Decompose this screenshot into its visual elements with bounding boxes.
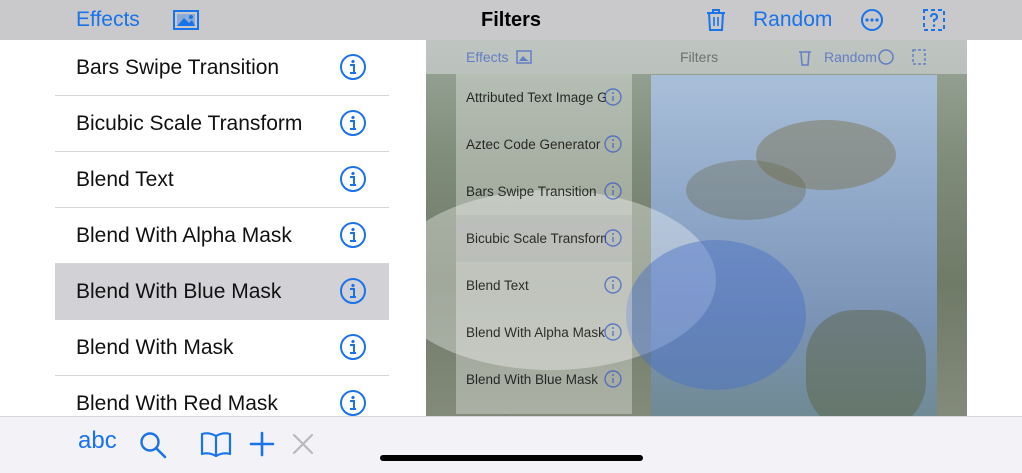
preview-info-icon (604, 229, 622, 247)
filter-row[interactable]: Bicubic Scale Transform (55, 96, 389, 152)
preview-title: Filters (680, 49, 719, 65)
preview-list-item: Attributed Text Image G... (456, 74, 632, 121)
photo-button[interactable] (173, 0, 199, 40)
preview-list-item: Bars Swipe Transition (456, 168, 632, 215)
filter-row[interactable]: Blend With Red Mask (55, 376, 389, 416)
preview-shape (626, 240, 806, 390)
preview-info-icon (604, 323, 622, 341)
preview-item-label: Blend With Alpha Mask (466, 325, 605, 340)
filter-label: Blend With Alpha Mask (76, 223, 292, 247)
info-icon[interactable] (339, 221, 367, 249)
bottom-toolbar: abc (0, 416, 1022, 473)
more-button[interactable] (860, 0, 884, 40)
preview-item-label: Attributed Text Image G... (466, 90, 606, 105)
close-icon[interactable] (291, 432, 315, 456)
preview-shape (806, 310, 926, 430)
filter-row-selected[interactable]: Blend With Blue Mask (55, 264, 389, 320)
filter-preview-image: Effects Filters Random Attributed Text I… (426, 40, 967, 445)
delete-button[interactable] (705, 0, 727, 40)
preview-filter-list: Attributed Text Image G... Aztec Code Ge… (456, 74, 632, 414)
preview-list-item-selected: Bicubic Scale Transform (456, 215, 632, 262)
preview-help-icon (912, 49, 926, 65)
filter-label: Blend With Red Mask (76, 391, 278, 415)
preview-shape (686, 160, 806, 220)
filter-label: Blend With Blue Mask (76, 279, 282, 303)
preview-list-item: Blend With Blue Mask (456, 356, 632, 403)
info-icon[interactable] (339, 53, 367, 81)
preview-list-item: Blend Text (456, 262, 632, 309)
info-icon[interactable] (339, 109, 367, 137)
preview-trash-icon (799, 51, 811, 66)
preview-list-item: Blend With Alpha Mask (456, 309, 632, 356)
filter-label: Blend With Mask (76, 335, 234, 359)
search-icon[interactable] (139, 431, 167, 459)
effects-label: Effects (76, 8, 140, 31)
navigation-bar: Effects Filters Random (0, 0, 1022, 40)
random-button[interactable]: Random (753, 0, 832, 40)
photo-icon (173, 10, 199, 30)
filter-label: Blend Text (76, 167, 174, 191)
preview-navigation-bar: Effects Filters Random (426, 40, 967, 74)
more-icon (861, 9, 883, 31)
preview-info-icon (604, 135, 622, 153)
filter-row[interactable]: Blend With Mask (55, 320, 389, 376)
help-icon (923, 9, 945, 31)
plus-icon[interactable] (249, 431, 275, 457)
filter-label: Bicubic Scale Transform (76, 111, 303, 135)
filter-row[interactable]: Blend With Alpha Mask (55, 208, 389, 264)
info-icon[interactable] (339, 389, 367, 416)
preview-info-icon (604, 182, 622, 200)
preview-item-label: Bars Swipe Transition (466, 184, 597, 199)
info-icon[interactable] (339, 333, 367, 361)
help-button[interactable] (923, 0, 945, 40)
preview-info-icon (604, 276, 622, 294)
preview-effects-label: Effects (466, 49, 509, 65)
info-icon[interactable] (339, 165, 367, 193)
abc-button[interactable]: abc (78, 427, 117, 455)
info-icon[interactable] (339, 277, 367, 305)
preview-random-label: Random (824, 49, 877, 65)
effects-button[interactable]: Effects (76, 0, 140, 40)
preview-more-icon (878, 49, 894, 65)
home-indicator (380, 455, 643, 461)
filter-label: Bars Swipe Transition (76, 55, 280, 79)
filter-row[interactable]: Blend Text (55, 152, 389, 208)
preview-info-icon (604, 370, 622, 388)
trash-icon (707, 9, 725, 31)
filter-row[interactable]: Bars Swipe Transition (55, 40, 389, 96)
preview-item-label: Blend Text (466, 278, 529, 293)
preview-photo-icon (516, 50, 532, 64)
random-label: Random (753, 8, 833, 31)
preview-item-label: Bicubic Scale Transform (466, 231, 606, 246)
preview-list-item: Aztec Code Generator (456, 121, 632, 168)
preview-item-label: Blend With Blue Mask (466, 372, 599, 387)
preview-info-icon (604, 88, 622, 106)
filter-list[interactable]: Bars Swipe Transition Bicubic Scale Tran… (55, 40, 389, 416)
book-icon[interactable] (200, 431, 232, 457)
preview-item-label: Aztec Code Generator (466, 137, 601, 152)
